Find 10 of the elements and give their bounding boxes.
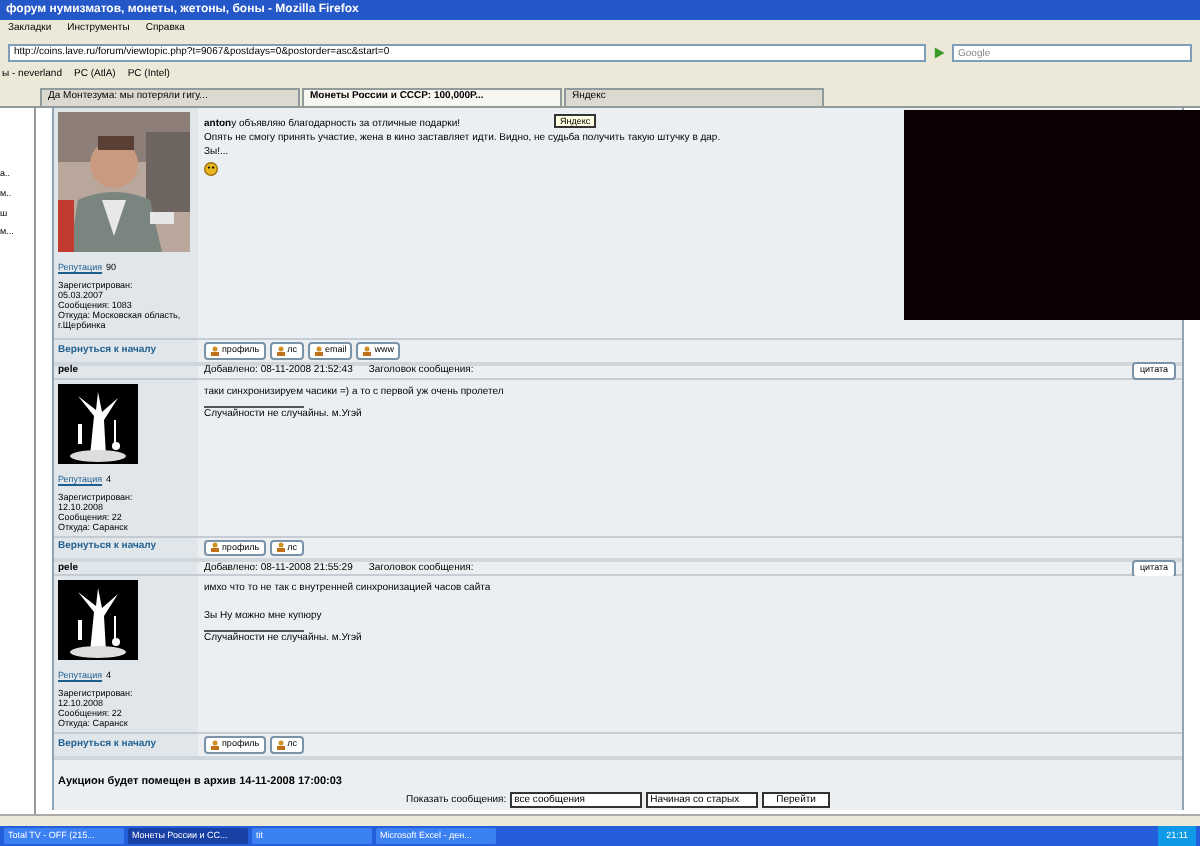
user-icon	[275, 542, 286, 553]
smiley-icon	[204, 162, 218, 176]
user-icon	[210, 739, 220, 750]
user-icon	[275, 345, 286, 356]
user-icon	[362, 345, 373, 356]
user-icon	[275, 739, 286, 750]
go-icon[interactable]	[932, 46, 946, 60]
user-icon	[210, 345, 220, 356]
user-icon	[313, 345, 324, 356]
user-icon	[210, 542, 220, 553]
